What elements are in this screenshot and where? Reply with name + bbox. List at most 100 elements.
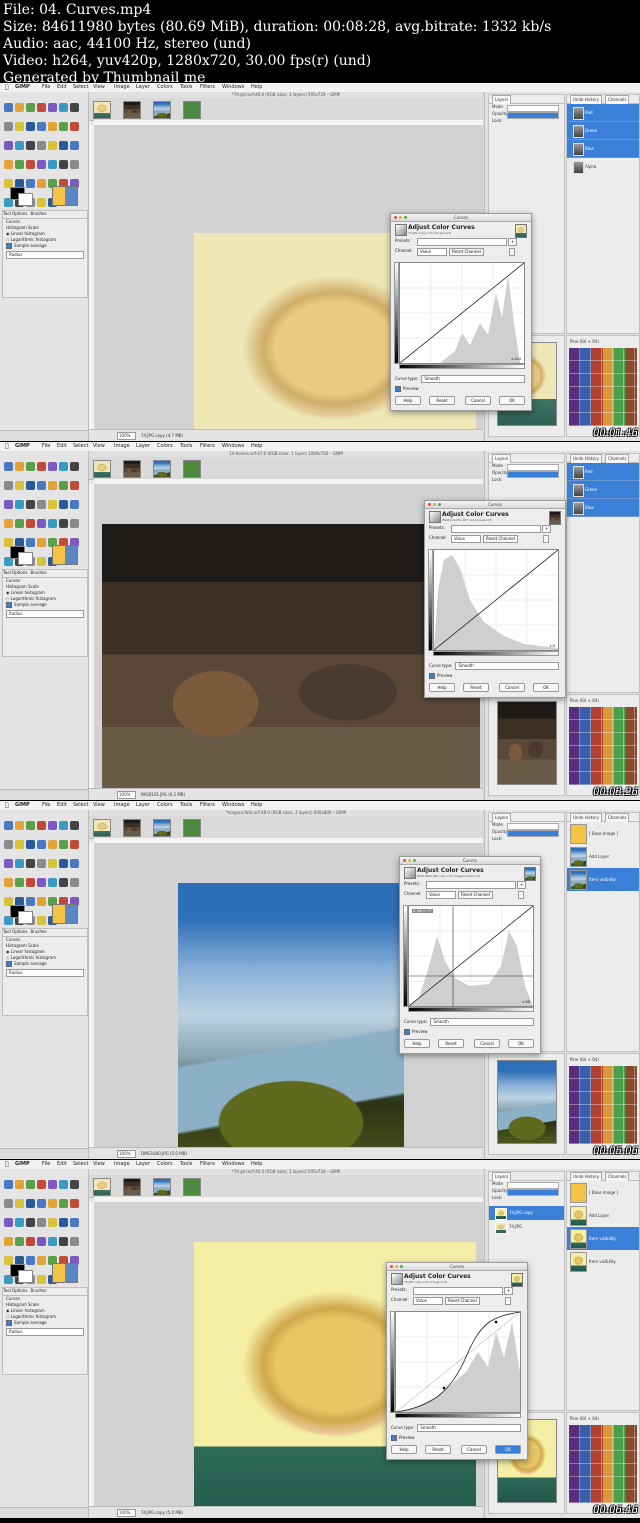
menu-edit[interactable]: Edit — [57, 1160, 67, 1169]
tool-icon[interactable] — [48, 1218, 57, 1227]
menu-image[interactable]: Image — [114, 442, 130, 451]
tool-icon[interactable] — [37, 481, 46, 490]
tool-icon[interactable] — [37, 897, 46, 906]
tool-icon[interactable] — [37, 1180, 46, 1189]
tab-layers[interactable]: Layers — [492, 1172, 512, 1181]
tab-brushes[interactable]: Brushes — [30, 211, 46, 216]
tool-icon[interactable] — [37, 840, 46, 849]
tool-icon[interactable] — [59, 1218, 68, 1227]
tool-icon[interactable] — [26, 103, 35, 112]
background-color[interactable] — [18, 193, 33, 206]
curve-svg[interactable] — [396, 1312, 520, 1412]
menu-tools[interactable]: Tools — [180, 1160, 192, 1169]
menu-layer[interactable]: Layer — [136, 442, 150, 451]
tool-icon[interactable] — [48, 500, 57, 509]
menu-file[interactable]: File — [42, 801, 50, 810]
background-color[interactable] — [18, 1270, 33, 1283]
tool-icon[interactable] — [26, 141, 35, 150]
tab-layers[interactable]: Layers — [492, 95, 512, 104]
menu-help[interactable]: Help — [251, 1160, 262, 1169]
tool-icon[interactable] — [26, 1218, 35, 1227]
reset-button[interactable]: Reset — [463, 683, 489, 692]
tool-icon[interactable] — [15, 840, 24, 849]
sample-average-checkbox[interactable]: Sample average — [3, 243, 87, 249]
checkbox-icon[interactable] — [404, 1029, 410, 1035]
checkbox-icon[interactable] — [429, 673, 435, 679]
channel-item[interactable]: Red — [567, 104, 639, 122]
channel-select[interactable]: Value — [451, 535, 481, 543]
channel-select[interactable]: Value — [426, 891, 456, 899]
presets-select[interactable] — [417, 238, 507, 246]
tool-icon[interactable] — [59, 1237, 68, 1246]
zoom-select[interactable]: 100% — [117, 1150, 136, 1158]
tool-icon[interactable] — [59, 1180, 68, 1189]
cancel-button[interactable]: Cancel — [499, 683, 525, 692]
tool-icon[interactable] — [15, 878, 24, 887]
undo-item[interactable]: Item visibility — [567, 1250, 639, 1273]
menu-colors[interactable]: Colors — [157, 801, 173, 810]
channel-item[interactable]: Green — [567, 122, 639, 140]
tool-icon[interactable] — [37, 500, 46, 509]
tool-icon[interactable] — [4, 141, 13, 150]
tab-brushes[interactable]: Brushes — [30, 1288, 46, 1293]
cancel-button[interactable]: Cancel — [474, 1039, 500, 1048]
help-button[interactable]: Help — [404, 1039, 430, 1048]
pattern-grid[interactable] — [569, 707, 637, 785]
tool-icon[interactable] — [59, 519, 68, 528]
sample-average-checkbox[interactable]: Sample average — [3, 602, 87, 608]
channel-item[interactable]: Blue — [567, 499, 639, 517]
tool-icon[interactable] — [15, 462, 24, 471]
image-tab-thumb[interactable] — [153, 101, 171, 119]
tab-undo-history[interactable]: Undo History — [570, 95, 602, 104]
pattern-grid[interactable] — [569, 348, 637, 426]
tool-icon[interactable] — [37, 179, 46, 188]
menu-colors[interactable]: Colors — [157, 1160, 173, 1169]
cancel-button[interactable]: Cancel — [461, 1445, 487, 1454]
preview-checkbox[interactable]: Preview — [404, 1029, 428, 1035]
menu-colors[interactable]: Colors — [157, 83, 173, 92]
cancel-button[interactable]: Cancel — [465, 396, 491, 405]
add-preset-icon[interactable]: + — [508, 238, 518, 246]
tab-brushes[interactable]: Brushes — [30, 929, 46, 934]
menu-image[interactable]: Image — [114, 1160, 130, 1169]
menu-view[interactable]: View — [93, 801, 105, 810]
menu-filters[interactable]: Filters — [200, 83, 215, 92]
tool-icon[interactable] — [15, 1180, 24, 1189]
tool-icon[interactable] — [48, 481, 57, 490]
tool-icon[interactable] — [70, 519, 79, 528]
tool-icon[interactable] — [48, 103, 57, 112]
layer-item[interactable]: 74.JPG copy — [489, 1206, 564, 1220]
menu-edit[interactable]: Edit — [57, 801, 67, 810]
tool-icon[interactable] — [26, 1199, 35, 1208]
channel-item[interactable]: Alpha — [567, 158, 639, 175]
channel-item[interactable]: Blue — [567, 140, 639, 158]
tool-icon[interactable] — [4, 1180, 13, 1189]
curve-plot[interactable] — [395, 1311, 521, 1413]
menu-image[interactable]: Image — [114, 801, 130, 810]
tool-icon[interactable] — [37, 122, 46, 131]
tool-icon[interactable] — [26, 821, 35, 830]
menu-gimp[interactable]: GIMP — [15, 1160, 30, 1169]
reset-button[interactable]: Reset — [425, 1445, 451, 1454]
tool-icon[interactable] — [26, 500, 35, 509]
tool-icon[interactable] — [4, 103, 13, 112]
background-color[interactable] — [18, 911, 33, 924]
tool-icon[interactable] — [4, 481, 13, 490]
pattern-grid[interactable] — [569, 1425, 637, 1503]
tool-icon[interactable] — [4, 462, 13, 471]
tool-icon[interactable] — [48, 122, 57, 131]
tool-icon[interactable] — [15, 141, 24, 150]
tab-tool-options[interactable]: Tool Options — [3, 929, 27, 934]
undo-item[interactable]: [ Base Image ] — [567, 1181, 639, 1204]
menu-view[interactable]: View — [93, 442, 105, 451]
help-button[interactable]: Help — [391, 1445, 417, 1454]
curve-point[interactable] — [442, 1386, 446, 1390]
menu-select[interactable]: Select — [73, 442, 88, 451]
fg-bg-colors[interactable] — [10, 546, 33, 565]
menu-filters[interactable]: Filters — [200, 442, 215, 451]
image-tab-thumb[interactable] — [123, 1178, 141, 1196]
menu-tools[interactable]: Tools — [180, 442, 192, 451]
tool-icon[interactable] — [59, 878, 68, 887]
menu-filters[interactable]: Filters — [200, 1160, 215, 1169]
tool-icon[interactable] — [70, 141, 79, 150]
